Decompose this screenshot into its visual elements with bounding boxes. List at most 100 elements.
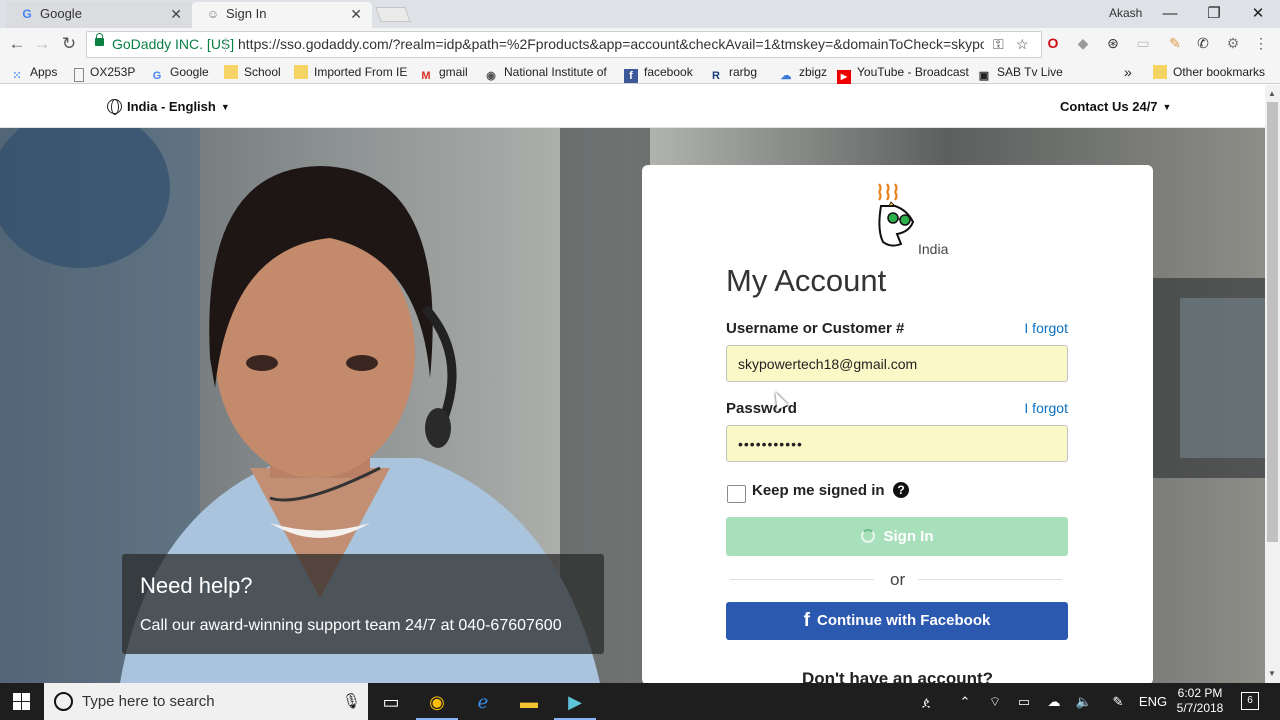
bookmark-label: rarbg [729, 65, 758, 79]
tv-icon: ▣ [978, 70, 990, 82]
bookmark-facebook[interactable]: f facebook [624, 63, 693, 83]
minimize-icon[interactable]: — [1148, 2, 1192, 26]
bookmark-label: SAB Tv Live [997, 65, 1063, 79]
tab-google[interactable]: G Google ✕ [6, 2, 192, 28]
key-icon[interactable]: ⚿ [993, 32, 1004, 57]
windows-start-icon[interactable] [13, 693, 30, 710]
bookmark-ox253p[interactable]: OX253P [74, 63, 135, 82]
bookmark-rarbg[interactable]: Rrarbg [709, 63, 758, 82]
opera-extension-icon[interactable]: O [1044, 34, 1062, 52]
bookmark-label: zbigz [799, 65, 828, 79]
onedrive-icon[interactable]: ☁ [1044, 683, 1064, 720]
continue-with-facebook-button[interactable]: f Continue with Facebook [726, 602, 1068, 640]
bookmark-gmail[interactable]: Mgmail [419, 63, 467, 82]
extension-icon[interactable]: ◆ [1074, 34, 1092, 52]
rarbg-icon: R [712, 70, 720, 82]
task-view-icon[interactable]: ▭ [370, 687, 412, 720]
help-title: Need help? [140, 573, 253, 598]
close-icon[interactable]: ✕ [170, 2, 182, 26]
pen-icon[interactable]: ✎ [1108, 683, 1128, 720]
password-field[interactable] [726, 425, 1068, 462]
clock-date: 5/7/2018 [1176, 701, 1224, 715]
extension-icon[interactable]: ⊛ [1104, 34, 1122, 52]
camtasia-icon[interactable]: ▶ [554, 687, 596, 720]
forgot-username-link[interactable]: I forgot [1024, 320, 1068, 336]
no-account-text: Don't have an account? [801, 669, 994, 683]
extension-icon[interactable]: ▭ [1134, 34, 1152, 52]
people-icon[interactable]: ዸ [916, 683, 936, 720]
close-icon[interactable]: ✕ [350, 2, 362, 26]
reload-icon[interactable]: ↻ [57, 32, 81, 56]
username-field[interactable] [726, 345, 1068, 382]
cortana-icon[interactable] [54, 692, 73, 711]
system-clock[interactable]: 6:02 PM 5/7/2018 [1176, 686, 1224, 716]
show-hidden-icons[interactable]: ⌃ [955, 683, 975, 720]
extension-icon[interactable]: ✆ [1194, 34, 1212, 52]
edge-icon[interactable]: ℯ [462, 687, 504, 720]
scroll-thumb[interactable] [1267, 102, 1278, 542]
search-placeholder: Type here to search [82, 693, 215, 710]
contact-menu[interactable]: Contact Us 24/7 ▼ [1060, 99, 1171, 114]
caret-down-icon: ▼ [1162, 102, 1172, 112]
username-label: Username or Customer # [726, 320, 905, 337]
extension-icon[interactable]: ⚙ [1224, 34, 1242, 52]
microphone-icon[interactable]: 🎙 [342, 683, 361, 720]
sign-in-button[interactable]: Sign In [726, 517, 1068, 556]
chrome-icon[interactable]: ◉ [416, 687, 458, 720]
restore-icon[interactable]: ❐ [1192, 2, 1236, 26]
zbigz-icon: ☁ [780, 70, 792, 82]
scroll-down-icon[interactable]: ▼ [1268, 669, 1276, 678]
or-separator: or [890, 570, 906, 589]
forward-icon[interactable]: → [30, 32, 54, 56]
godaddy-icon: ☺ [206, 7, 220, 21]
extension-icon[interactable]: ✎ [1166, 34, 1184, 52]
google-icon: G [152, 70, 162, 82]
url-text[interactable]: https://sso.godaddy.com/?realm=idp&path=… [238, 32, 984, 57]
help-icon[interactable]: ? [893, 482, 909, 498]
bookmark-other[interactable]: Other bookmarks [1153, 63, 1265, 81]
keep-signed-in-checkbox[interactable] [727, 485, 746, 503]
keep-signed-in-label[interactable]: Keep me signed in [752, 482, 885, 499]
google-icon: G [22, 7, 32, 21]
back-icon[interactable]: ← [5, 32, 29, 56]
bookmark-imported-from-ie[interactable]: Imported From IE [294, 63, 407, 81]
battery-icon[interactable]: ▭ [1014, 683, 1034, 720]
file-explorer-icon[interactable]: ▬ [508, 687, 550, 720]
scroll-up-icon[interactable]: ▲ [1268, 89, 1276, 98]
url-separator [225, 37, 226, 52]
volume-icon[interactable]: 🔈 [1074, 683, 1094, 720]
tab-label: Google [40, 6, 82, 21]
address-bar[interactable]: GoDaddy INC. [US] https://sso.godaddy.co… [86, 31, 1042, 58]
close-window-icon[interactable]: ✕ [1236, 2, 1280, 26]
profile-name[interactable]: Akash [1109, 6, 1142, 20]
action-center-icon[interactable]: 6 [1241, 692, 1259, 710]
input-language[interactable]: ENG [1138, 683, 1168, 720]
language-selector[interactable]: India - English ▼ [107, 99, 230, 115]
wifi-icon[interactable]: ⌔ [985, 683, 1005, 720]
page-content: India - English ▼ Contact Us 24/7 ▼ Need h… [0, 85, 1265, 683]
bookmark-school[interactable]: School [224, 63, 281, 81]
bookmark-label: Imported From IE [314, 65, 408, 79]
bookmarks-overflow-button[interactable]: » [1124, 63, 1132, 81]
bookmark-youtube[interactable]: ▶ YouTube - Broadcast [837, 63, 969, 84]
bookmark-apps[interactable]: ⁙ Apps [10, 63, 57, 82]
bookmark-google[interactable]: G Google [150, 63, 209, 82]
tab-sign-in[interactable]: ☺ Sign In ✕ [192, 2, 372, 28]
bookmark-national-institute[interactable]: ◉ National Institute of [484, 63, 607, 82]
tab-strip: G Google ✕ ☺ Sign In ✕ Akash — ❐ ✕ [0, 0, 1280, 28]
facebook-button-label: Continue with Facebook [816, 612, 991, 629]
page-scrollbar[interactable]: ▲ ▼ [1265, 85, 1280, 683]
facebook-icon: f [803, 610, 810, 631]
menu-icon[interactable]: ⋮ [1252, 34, 1270, 52]
loading-spinner-icon [860, 529, 875, 543]
bookmark-label: Other bookmarks [1173, 65, 1266, 79]
site-identity[interactable]: GoDaddy INC. [US] [112, 32, 234, 57]
new-tab-button[interactable] [375, 7, 411, 22]
forgot-password-link[interactable]: I forgot [1024, 400, 1068, 416]
bookmarks-bar: ⁙ Apps OX253P G Google School Imported Fro… [0, 60, 1280, 84]
taskbar-search-box[interactable]: Type here to search 🎙 [44, 683, 368, 720]
bookmark-zbigz[interactable]: ☁ zbigz [779, 63, 828, 82]
star-icon[interactable]: ☆ [1016, 32, 1029, 57]
sign-in-label: Sign In [883, 528, 934, 545]
bookmark-sab-tv-live[interactable]: ▣ SAB Tv Live [977, 63, 1063, 82]
